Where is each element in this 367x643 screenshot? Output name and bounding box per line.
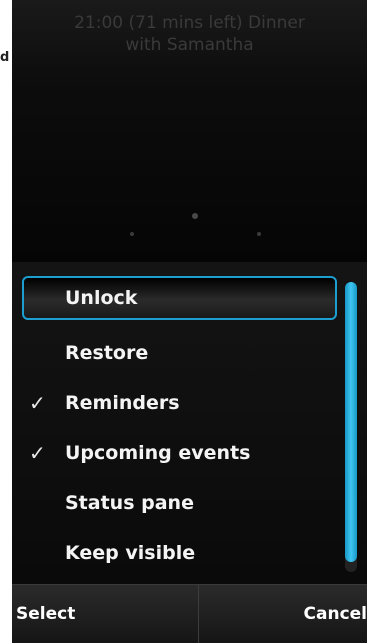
menu-item-label: Unlock: [65, 287, 138, 309]
page-indicator-dot: [130, 232, 134, 236]
menu-item-upcoming-events[interactable]: ✓ Upcoming events: [22, 431, 337, 475]
menu-item-label: Restore: [65, 342, 149, 364]
menu-item-reminders[interactable]: ✓ Reminders: [22, 381, 337, 425]
select-softkey[interactable]: Select: [16, 585, 75, 643]
page-indicator-dot: [257, 232, 261, 236]
edge-label: d: [0, 50, 10, 65]
phone-screen: 21:00 (71 mins left) Dinner with Samanth…: [12, 0, 367, 643]
menu-item-label: Keep visible: [65, 542, 196, 564]
softkey-divider: [198, 585, 199, 643]
reminder-line-2: with Samantha: [125, 35, 254, 55]
options-menu: Unlock Restore ✓ Reminders ✓ Upcoming ev…: [12, 262, 367, 584]
page-indicator-dot-active: [192, 213, 198, 219]
menu-item-status-pane[interactable]: Status pane: [22, 481, 337, 525]
reminder-line-1: 21:00 (71 mins left) Dinner: [74, 13, 305, 33]
menu-item-label: Upcoming events: [65, 442, 251, 464]
scrollbar-thumb[interactable]: [345, 282, 357, 562]
lockscreen-area: 21:00 (71 mins left) Dinner with Samanth…: [12, 0, 367, 260]
cancel-softkey[interactable]: Cancel: [304, 585, 367, 643]
reminder-text: 21:00 (71 mins left) Dinner with Samanth…: [12, 12, 367, 56]
menu-item-label: Reminders: [65, 392, 180, 414]
check-icon: ✓: [29, 391, 46, 415]
check-icon: ✓: [29, 441, 46, 465]
menu-item-restore[interactable]: Restore: [22, 331, 337, 375]
softkey-bar: Select Cancel: [12, 584, 367, 643]
menu-item-keep-visible[interactable]: Keep visible: [22, 531, 337, 575]
menu-item-label: Status pane: [65, 492, 194, 514]
menu-scrollbar[interactable]: [345, 282, 357, 572]
menu-item-unlock[interactable]: Unlock: [22, 276, 337, 320]
